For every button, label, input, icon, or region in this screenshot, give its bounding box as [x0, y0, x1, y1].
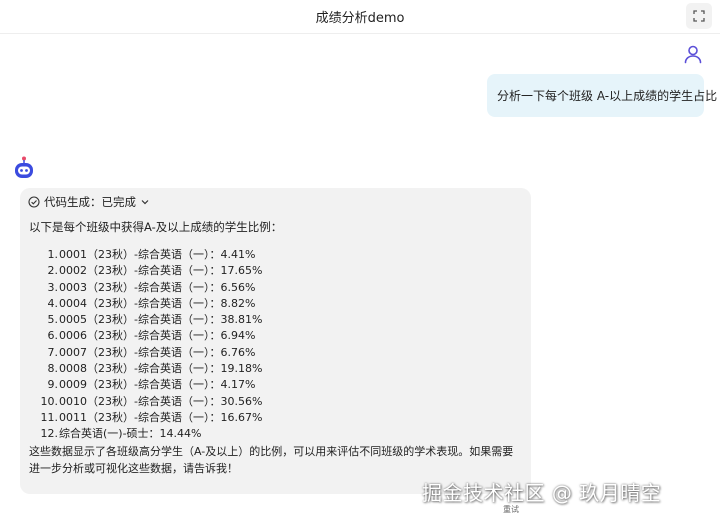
expand-button[interactable] [686, 3, 712, 29]
list-item-number: 8. [47, 362, 59, 376]
list-item-number: 10. [40, 394, 59, 408]
list-item: 4. 0004（23秋）-综合英语（一）：8.82% [29, 296, 262, 312]
list-item: 8. 0008（23秋）-综合英语（一）：19.18% [29, 361, 263, 377]
list-item-number: 4. [47, 296, 59, 310]
list-item-text: 综合英语(一)-硕士：14.44% [59, 427, 202, 441]
list-item: 12. 综合英语(一)-硕士：14.44% [29, 426, 262, 442]
bot-avatar [13, 156, 35, 180]
list-item: 2. 0002（23秋）-综合英语（一）：17.65% [29, 263, 263, 279]
list-item: 7. 0007（23秋）-综合英语（一）：6.76% [29, 345, 262, 361]
user-message-text: 分析一下每个班级 A-以上成绩的学生占比 [497, 89, 718, 103]
top-bar: 成绩分析demo [0, 0, 720, 34]
list-item: 10. 0010（23秋）-综合英语（一）：30.56% [29, 394, 263, 410]
robot-icon [15, 156, 33, 178]
list-item-number: 7. [47, 345, 59, 359]
user-icon [684, 45, 702, 64]
list-item-number: 3. [47, 280, 59, 294]
user-avatar [683, 44, 703, 64]
list-item: 6. 0006（23秋）-综合英语（一）：6.94% [29, 328, 262, 344]
list-item-text: 0002（23秋）-综合英语（一）：17.65% [59, 264, 263, 278]
user-message-bubble: 分析一下每个班级 A-以上成绩的学生占比 [487, 74, 717, 117]
list-item-text: 0003（23秋）-综合英语（一）：6.56% [59, 280, 256, 294]
code-status-toggle[interactable]: 代码生成：已完成 [28, 194, 150, 210]
list-item-number: 6. [47, 329, 59, 343]
list-item-text: 0007（23秋）-综合英语（一）：6.76% [59, 345, 256, 359]
expand-icon [693, 10, 705, 22]
list-item-text: 0009（23秋）-综合英语（一）：4.17% [59, 378, 256, 392]
list-item-text: 0001（23秋）-综合英语（一）：4.41% [59, 248, 256, 261]
list-item-number: 12. [40, 427, 59, 441]
list-item: 5. 0005（23秋）-综合英语（一）：38.81% [29, 312, 263, 328]
list-item: 1. 0001（23秋）-综合英语（一）：4.41% [29, 247, 262, 263]
page-title: 成绩分析demo [315, 11, 405, 26]
list-item-number: 2. [47, 264, 59, 278]
retry-button[interactable]: 重试 [503, 504, 519, 515]
watermark: 掘金技术社区 @ 玖月晴空 [422, 481, 662, 505]
result-list: 1. 0001（23秋）-综合英语（一）：4.41% 2. 0002（23秋）-综合英… [29, 247, 263, 443]
list-item-text: 0010（23秋）-综合英语（一）：30.56% [59, 394, 263, 408]
list-item-number: 9. [47, 378, 59, 392]
check-circle-icon [28, 196, 40, 208]
list-item: 9. 0009（23秋）-综合英语（一）：4.17% [29, 377, 262, 393]
chevron-down-icon [141, 200, 149, 205]
list-item: 3. 0003（23秋）-综合英语（一）：6.56% [29, 280, 262, 296]
list-item-text: 0006（23秋）-综合英语（一）：6.94% [59, 329, 256, 343]
list-item-text: 0011（23秋）-综合英语（一）：16.67% [59, 410, 263, 424]
bot-intro-text: 以下是每个班级中获得A-及以上成绩的学生比例： [29, 220, 283, 234]
list-item-number: 5. [47, 313, 59, 327]
code-status-label: 代码生成：已完成 [44, 195, 136, 209]
list-item-text: 0008（23秋）-综合英语（一）：19.18% [59, 362, 263, 376]
list-item-number: 11. [40, 410, 59, 424]
list-item-text: 0005（23秋）-综合英语（一）：38.81% [59, 313, 263, 327]
list-item: 11. 0011（23秋）-综合英语（一）：16.67% [29, 410, 263, 426]
bot-summary-text: 这些数据显示了各班级高分学生（A-及以上）的比例，可以用来评估不同班级的学术表现… [29, 445, 514, 475]
list-item-text: 0004（23秋）-综合英语（一）：8.82% [59, 296, 256, 310]
list-item-number: 1. [47, 248, 59, 261]
